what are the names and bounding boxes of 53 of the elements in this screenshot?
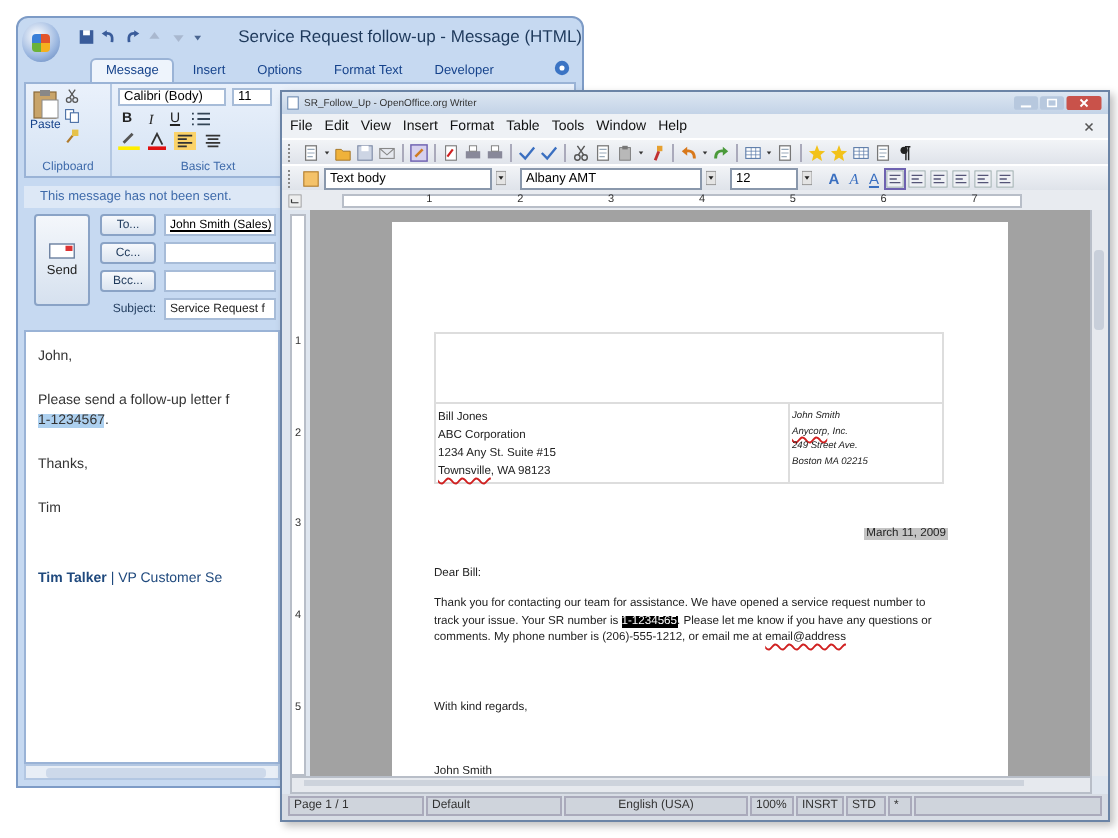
tab-stop-icon[interactable]: [288, 193, 302, 207]
horizontal-scrollbar[interactable]: [290, 776, 1092, 794]
star-icon[interactable]: [830, 143, 848, 161]
copy-icon[interactable]: [64, 108, 81, 124]
dropdown-arrow-icon[interactable]: [496, 170, 506, 186]
document-page[interactable]: [392, 222, 1008, 776]
document-icon[interactable]: [594, 143, 612, 161]
save-icon[interactable]: [77, 27, 95, 45]
printer-icon[interactable]: [486, 143, 504, 161]
undo-icon[interactable]: [680, 143, 698, 161]
numbered-list-icon[interactable]: [974, 169, 992, 187]
align-center-icon[interactable]: [908, 169, 926, 187]
pencil-page-icon[interactable]: [410, 143, 428, 161]
bullet-list-icon[interactable]: [996, 169, 1014, 187]
help-icon[interactable]: [554, 60, 570, 76]
scissors-icon[interactable]: [572, 143, 590, 161]
vertical-scrollbar[interactable]: [1090, 210, 1108, 776]
recipient-field[interactable]: [164, 242, 276, 264]
align-center-icon[interactable]: [202, 132, 224, 150]
redo-icon[interactable]: [123, 27, 141, 45]
envelope-icon: [48, 242, 76, 260]
table-icon[interactable]: [744, 143, 762, 161]
document-icon[interactable]: [874, 143, 892, 161]
undo-icon[interactable]: [100, 27, 118, 45]
recipient-field[interactable]: [164, 270, 276, 292]
clipboard-icon[interactable]: [616, 143, 634, 161]
document-icon: [286, 96, 300, 110]
justify-icon[interactable]: [952, 169, 970, 187]
close-icon[interactable]: [1082, 119, 1096, 133]
printer-icon[interactable]: [464, 143, 482, 161]
star-icon[interactable]: [808, 143, 826, 161]
dropdown-arrow-icon[interactable]: [802, 170, 812, 186]
document-icon[interactable]: [776, 143, 794, 161]
document-icon[interactable]: [302, 143, 320, 161]
align-left-icon[interactable]: [886, 169, 904, 187]
horizontal-scrollbar[interactable]: [24, 764, 280, 780]
paintbrush-icon[interactable]: [64, 128, 81, 144]
scissors-icon[interactable]: [64, 88, 81, 104]
dropdown-arrow-icon[interactable]: [706, 170, 716, 186]
bullet-list-icon[interactable]: [190, 110, 212, 128]
align-left-icon[interactable]: [174, 132, 196, 150]
redo-icon[interactable]: [712, 143, 730, 161]
office-button[interactable]: [22, 22, 60, 62]
paintbrush-icon[interactable]: [648, 143, 666, 161]
pilcrow-icon[interactable]: [896, 143, 914, 161]
highlighter-icon[interactable]: [118, 132, 140, 150]
close-button[interactable]: [1066, 96, 1102, 110]
table-icon[interactable]: [852, 143, 870, 161]
window-title: Service Request follow-up - Message (HTML): [238, 26, 583, 46]
envelope-icon[interactable]: [378, 143, 396, 161]
align-right-icon[interactable]: [930, 169, 948, 187]
font-color-icon[interactable]: [146, 132, 168, 150]
clipboard-icon: [31, 88, 60, 120]
